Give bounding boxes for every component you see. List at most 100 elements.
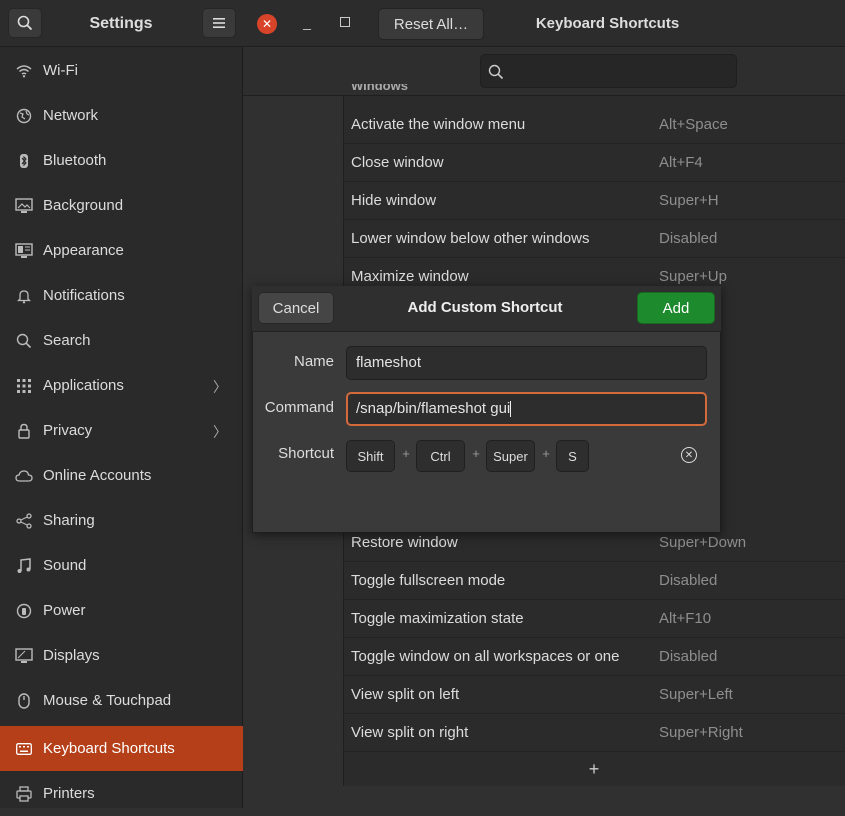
printer-icon: [15, 785, 33, 803]
sidebar-item-wifi[interactable]: Wi-Fi: [0, 48, 243, 93]
shortcut-name: Toggle fullscreen mode: [351, 572, 506, 589]
shortcut-name: Toggle maximization state: [351, 610, 524, 627]
shortcut-row[interactable]: Toggle window on all workspaces or one Di…: [351, 638, 845, 676]
sidebar-item-privacy[interactable]: Privacy 〉: [0, 408, 243, 453]
sidebar-item-sharing[interactable]: Sharing: [0, 498, 243, 543]
sidebar-item-label: Power: [43, 602, 86, 619]
sidebar-item-label: Keyboard Shortcuts: [43, 740, 175, 757]
sidebar-item-bluetooth[interactable]: Bluetooth: [0, 138, 243, 183]
shortcut-row[interactable]: Toggle maximization state Alt+F10: [351, 600, 845, 638]
sidebar-item-online-accounts[interactable]: Online Accounts: [0, 453, 243, 498]
shortcut-key: Alt+Space: [659, 116, 728, 133]
search-button[interactable]: [8, 8, 42, 38]
sidebar-item-printers[interactable]: Printers: [0, 771, 243, 816]
chevron-right-icon: 〉: [213, 379, 227, 395]
command-label: Command: [264, 399, 334, 416]
shortcut-row[interactable]: Lower window below other windows Disabled: [351, 220, 845, 258]
wifi-icon: [15, 62, 33, 80]
sidebar-title: Settings: [89, 15, 153, 32]
chevron-right-icon: 〉: [213, 424, 227, 440]
plus-separator: +: [472, 446, 480, 461]
shortcut-key: Super+Left: [659, 686, 733, 703]
grid-icon: [15, 377, 33, 395]
sidebar-item-label: Privacy: [43, 422, 93, 439]
sidebar-item-label: Wi-Fi: [43, 62, 78, 79]
page-title: Keyboard Shortcuts: [535, 15, 680, 32]
search-icon: [17, 15, 33, 31]
keycap-super[interactable]: Super: [486, 440, 535, 472]
sidebar-item-search[interactable]: Search: [0, 318, 243, 363]
clear-shortcut-icon[interactable]: ✕: [681, 447, 697, 463]
shortcut-name: Lower window below other windows: [351, 230, 590, 247]
window-maximize-button[interactable]: [340, 17, 350, 27]
shortcut-row[interactable]: View split on left Super+Left: [351, 676, 845, 714]
reset-all-button[interactable]: Reset All…: [378, 8, 484, 40]
sidebar-item-background[interactable]: Background: [0, 183, 243, 228]
sidebar-item-mouse-touchpad[interactable]: Mouse & Touchpad: [0, 678, 243, 723]
mouse-icon: [15, 692, 33, 710]
cancel-button[interactable]: Cancel: [258, 292, 334, 324]
search-input[interactable]: [480, 54, 737, 88]
music-icon: [15, 557, 33, 575]
menu-button[interactable]: [202, 8, 236, 38]
shortcut-key: Alt+F4: [659, 154, 703, 171]
sidebar-item-label: Network: [43, 107, 99, 124]
sidebar-item-sound[interactable]: Sound: [0, 543, 243, 588]
sidebar-item-keyboard-shortcuts[interactable]: Keyboard Shortcuts: [0, 726, 243, 771]
shortcut-name: Activate the window menu: [351, 116, 526, 133]
cloud-icon: [15, 467, 33, 485]
keyboard-icon: [15, 740, 33, 758]
sidebar-item-label: Appearance: [43, 242, 124, 259]
sidebar-item-label: Search: [43, 332, 91, 349]
bell-icon: [15, 287, 33, 305]
sidebar-item-label: Printers: [43, 785, 95, 802]
sidebar-item-label: Sound: [43, 557, 87, 574]
keycap-ctrl[interactable]: Ctrl: [416, 440, 465, 472]
shortcut-name: Close window: [351, 154, 444, 171]
sidebar-item-displays[interactable]: Displays: [0, 633, 243, 678]
shortcut-name: Hide window: [351, 192, 437, 209]
sidebar-item-notifications[interactable]: Notifications: [0, 273, 243, 318]
sidebar-item-network[interactable]: Network: [0, 93, 243, 138]
shortcut-name: View split on right: [351, 724, 469, 741]
shortcut-row[interactable]: View split on right Super+Right: [351, 714, 845, 752]
window-minimize-button[interactable]: _: [299, 14, 315, 34]
sidebar-item-appearance[interactable]: Appearance: [0, 228, 243, 273]
name-field[interactable]: flameshot: [346, 346, 707, 380]
sidebar-item-power[interactable]: Power: [0, 588, 243, 633]
display-icon: [15, 647, 33, 665]
keycap-s[interactable]: S: [556, 440, 589, 472]
shortcut-row[interactable]: Toggle fullscreen mode Disabled: [351, 562, 845, 600]
shortcut-name: Toggle window on all workspaces or one: [351, 648, 620, 665]
dialog-title: Add Custom Shortcut: [407, 299, 563, 316]
shortcut-row[interactable]: Activate the window menu Alt+Space: [351, 106, 845, 144]
sidebar-item-label: Bluetooth: [43, 152, 107, 169]
shortcut-name: View split on left: [351, 686, 460, 703]
shortcut-row[interactable]: Close window Alt+F4: [351, 144, 845, 182]
share-icon: [15, 512, 33, 530]
network-icon: [15, 107, 33, 125]
background-icon: [15, 197, 33, 215]
search-icon: [15, 332, 33, 350]
shortcut-key: Disabled: [659, 572, 718, 589]
lock-icon: [15, 422, 33, 440]
add-shortcut-button[interactable]: +: [343, 752, 845, 786]
shortcut-key: Disabled: [659, 648, 718, 665]
sidebar-item-label: Notifications: [43, 287, 125, 304]
sidebar-item-label: Applications: [43, 377, 124, 394]
command-field[interactable]: /snap/bin/flameshot gui: [346, 392, 707, 426]
minimize-icon: _: [303, 14, 311, 30]
shortcut-label: Shortcut: [278, 445, 334, 462]
search-icon: [488, 64, 504, 80]
shortcut-key: Alt+F10: [659, 610, 712, 627]
shortcut-row[interactable]: Hide window Super+H: [351, 182, 845, 220]
window-close-button[interactable]: ✕: [257, 14, 277, 34]
sidebar-item-applications[interactable]: Applications 〉: [0, 363, 243, 408]
add-button[interactable]: Add: [637, 292, 715, 324]
sidebar-item-label: Online Accounts: [43, 467, 152, 484]
shortcut-key: Disabled: [659, 230, 718, 247]
keycap-shift[interactable]: Shift: [346, 440, 395, 472]
hamburger-icon: [213, 18, 225, 28]
name-label: Name: [293, 353, 334, 370]
sidebar-item-label: Mouse & Touchpad: [43, 692, 172, 709]
